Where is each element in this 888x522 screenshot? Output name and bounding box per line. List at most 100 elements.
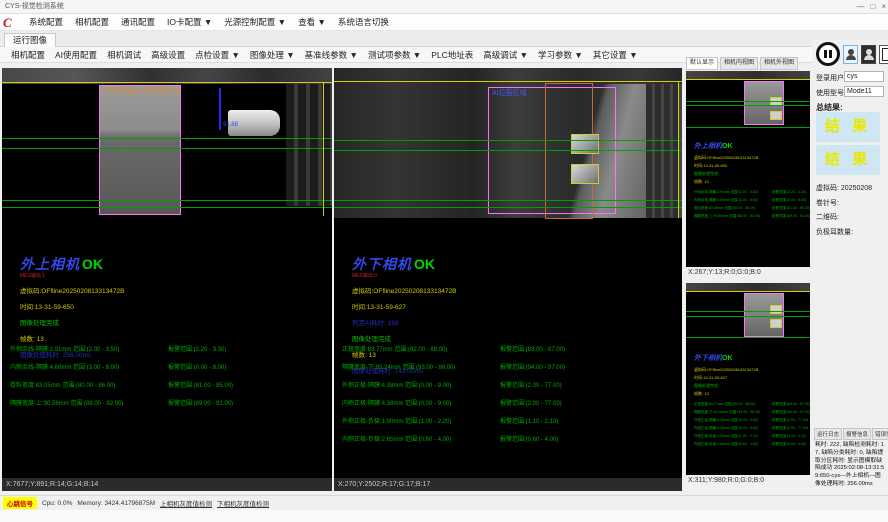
user-mode-button[interactable] (861, 45, 876, 64)
alarm-range: 报警范围:(2.20 - 3.30) (168, 344, 226, 353)
thumbnail-lower-camera[interactable]: 外下相机OK 虚拟码:OFfline2025020813313472B 时间:1… (686, 283, 810, 475)
tool-plc-address[interactable]: PLC地址表 (426, 47, 478, 63)
tool-advanced-settings[interactable]: 高级设置 (146, 47, 190, 63)
measurement-value: 隔膜宽度-上:90.56mm 范围:(88.00 - 92.00) (694, 214, 760, 219)
thumb1-pixel-coord: X:267;Y:13;R:0;G:0;B:0 (688, 269, 761, 281)
menu-comm-config[interactable]: 通讯配置 (115, 14, 161, 31)
gray-threshold-label: 平均灰度值:93, 动态阈值:100 (103, 86, 180, 95)
alarm-range: 报警范围:(81.00 - 85.00) (168, 380, 233, 389)
thumbnail-upper-camera[interactable]: 外上相机OK 虚拟码:OFfline2025020813313472B 时间:1… (686, 71, 810, 267)
logout-button[interactable]: → (879, 45, 888, 64)
virtual-code-value: 20250208 (841, 185, 872, 192)
menu-camera-config[interactable]: 相机配置 (69, 14, 115, 31)
lower-camera-gray-link[interactable]: 下相机灰度值检测 (217, 498, 269, 508)
process-done-text: 图像处理完成 (20, 317, 320, 327)
desktop-strip (0, 510, 888, 522)
model-field[interactable] (844, 86, 884, 97)
tool-spot-check[interactable]: 点检设置 ▼ (190, 47, 245, 63)
measurement-value: 卷料宽度:83.05mm 范围:(80.00 - 86.00) (10, 380, 115, 389)
virtual-code-label-text: 虚拟码: (816, 185, 839, 192)
yellow-ref-line (686, 291, 810, 292)
window-title: CYS-视觉检测系统 (5, 3, 64, 10)
measurement-value: 卷料宽度:83.05mm 范围:(80.00 - 86.00) (694, 206, 755, 211)
thumbnail-tab-row: 默认显示 相机内视图 相机外视图 (686, 57, 812, 70)
thumb2-overlay: 外下相机OK 虚拟码:OFfline2025020813313472B 时间:1… (694, 347, 808, 450)
alarm-range: 报警范围:(89.00 - 91.00) (168, 398, 233, 407)
measurement-row: 卷料宽度:83.05mm 范围:(80.00 - 86.00) 报警范围:(81.… (10, 380, 328, 398)
maximize-icon[interactable]: □ (870, 0, 875, 14)
cpu-usage-text: Cpu: 0.0% (42, 500, 72, 507)
alarm-range: 报警范围:(0.00 - 8.00) (772, 198, 806, 203)
alarm-range: 报警范围:(2.00 - 77.00) (772, 426, 808, 431)
measurement-value: 外侧余线-隔膜:2.91mm 范围:(2.00 - 3.50) (694, 190, 758, 195)
tool-camera-config[interactable]: 相机配置 (6, 47, 50, 63)
yellow-ref-line (2, 82, 332, 83)
measurement-value: 内侧正极-负极:2.65mm 范围:(0.60 - 4.00) (342, 434, 451, 443)
time-text: 时间:13-31-59-650 (694, 163, 808, 169)
virtual-code-text: 虚拟码:OFfline2025020813313472B (20, 285, 320, 295)
measurement-value: 内侧正极-隔膜:4.38mm 范围:(0.00 - 9.00) (694, 426, 758, 431)
left-measurement-list: 外侧余线-隔膜:2.91mm 范围:(2.00 - 3.50)报警范围:(2.2… (10, 344, 328, 416)
frame-count-text: 帧数: 13 (20, 333, 320, 343)
tool-image-processing[interactable]: 图像处理 ▼ (245, 47, 300, 63)
tool-ai-config[interactable]: AI使用配置 (50, 47, 102, 63)
camera-view-lower[interactable]: AI拉筋区域 外下相机OK MES输出:0 虚拟码:OFfline2025020… (334, 68, 682, 491)
yellow-edge-line (678, 81, 679, 218)
minimize-icon[interactable]: — (856, 0, 864, 14)
measurement-row: 隔膜宽度-上:90.56mm 范围:(88.00 - 92.00)报警范围:(8… (10, 398, 328, 416)
measurement-row: 内侧余线-隔膜:4.60mm 范围:(3.00 - 6.00)报警范围:(0.0… (10, 362, 328, 380)
log-tab-error[interactable]: 错误信息 (872, 428, 888, 440)
right-control-panel: → 登录用户: 使用型号: 总结果: 结 果 结 果 虚拟码: 20250208… (812, 40, 888, 508)
menu-io-config[interactable]: IO卡配置 ▼ (161, 14, 218, 31)
tab-run-image[interactable]: 运行图像 (4, 33, 56, 47)
result-ok-text: OK (722, 355, 733, 362)
menu-view[interactable]: 查看 ▼ (292, 14, 332, 31)
tool-other-settings[interactable]: 其它设置 ▼ (588, 47, 643, 63)
status-bar: 心跳信号 相机连接 通讯连接 Cpu: 0.0% Memory: 3424.41… (0, 495, 888, 510)
detected-object-box (571, 134, 599, 154)
green-baseline (686, 316, 810, 317)
alarm-range: 报警范围:(2.00 - 77.00) (500, 398, 562, 407)
time-text: 时间:13-31-59-627 (352, 301, 652, 311)
alarm-range: 报警范围:(94.00 - 97.00) (500, 362, 565, 371)
measurement-value: 正极宽度:83.77mm 范围:(82.00 - 88.00) (342, 344, 447, 353)
camera-title: 外上相机 (20, 254, 80, 274)
result-badge-lower: 结 果 (816, 145, 880, 175)
tool-baseline-params[interactable]: 基准线参数 ▼ (300, 47, 363, 63)
log-tab-run[interactable]: 运行日志 (814, 428, 842, 440)
tool-test-params[interactable]: 测试项参数 ▼ (363, 47, 426, 63)
frame-count-text: 帧数: 13 (694, 179, 808, 185)
pause-button[interactable] (816, 42, 840, 66)
tool-camera-debug[interactable]: 相机调试 (102, 47, 146, 63)
upper-camera-gray-link[interactable]: 上相机灰度值检测 (160, 498, 212, 508)
alarm-range: 报警范围:(1.10 - 2.10) (500, 416, 558, 425)
login-user-field[interactable] (844, 71, 884, 82)
green-baseline (334, 150, 682, 151)
camera-view-upper[interactable]: 平均灰度值:93, 动态阈值:100 91.68 外上相机OK MES输出:1 … (2, 68, 332, 491)
tool-learn-params[interactable]: 学习参数 ▼ (533, 47, 588, 63)
ai-region-label: AI拉筋区域 (492, 88, 527, 98)
measurement-value: 外侧正极-负极:1.90mm 范围:(1.00 - 2.20) (694, 434, 758, 439)
yellow-edge-line (323, 82, 324, 216)
thumb-tab-inner-view[interactable]: 相机内视图 (720, 57, 758, 70)
close-icon[interactable]: × (881, 0, 886, 14)
detected-object-box (571, 164, 599, 184)
green-baseline (334, 140, 682, 141)
menu-language-switch[interactable]: 系统语言切换 (332, 14, 395, 31)
user-mode-button-active[interactable] (843, 45, 858, 64)
center-pixel-coord-bar: X:270;Y:2502;R:17;G:17;B:17 (334, 478, 682, 491)
menu-system-config[interactable]: 系统配置 (23, 14, 69, 31)
log-tab-alarm[interactable]: 报警信息 (843, 428, 871, 440)
thumb1-overlay: 外上相机OK 虚拟码:OFfline2025020813313472B 时间:1… (694, 135, 808, 222)
app-logo-icon: C (3, 16, 19, 29)
measurement-row: 隔膜宽度-下:95.24mm 范围:(93.00 - 98.00)报警范围:(9… (342, 362, 678, 380)
time-text: 时间:13-31-59-650 (20, 301, 320, 311)
menu-light-config[interactable]: 光源控制配置 ▼ (218, 14, 292, 31)
thumb2-pixel-coord: X:311;Y:980;R:0;G:0;B:0 (688, 477, 764, 489)
detected-object-box (770, 305, 782, 314)
thumb-tab-outer-view[interactable]: 相机外视图 (760, 57, 798, 70)
memory-usage-text: Memory: 3424.41796875M (77, 500, 155, 507)
thumb-tab-default[interactable]: 默认显示 (686, 57, 718, 70)
tool-advanced-debug[interactable]: 高级调试 ▼ (478, 47, 533, 63)
machinery-band (686, 283, 810, 291)
